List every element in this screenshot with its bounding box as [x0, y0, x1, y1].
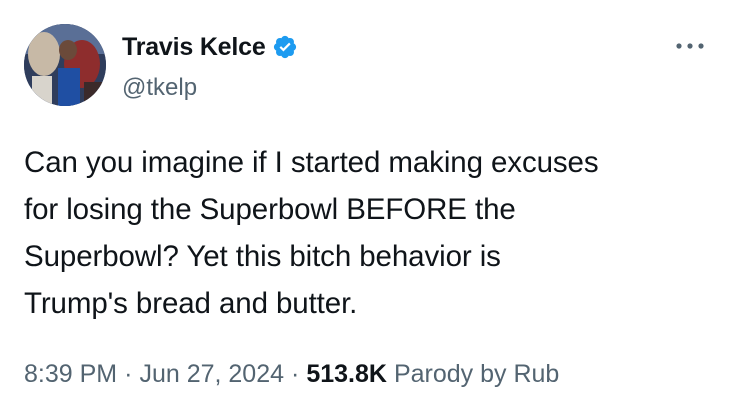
tweet-card: Travis Kelce @tkelp Can you imagine if I… [0, 0, 738, 413]
views-count: 513.8K [306, 360, 387, 388]
avatar[interactable] [24, 24, 106, 106]
author-name-row: Travis Kelce [122, 30, 298, 64]
author-handle[interactable]: @tkelp [122, 74, 197, 102]
meta-separator: · [291, 360, 300, 388]
tweet-time[interactable]: 8:39 PM [24, 360, 117, 389]
more-options-button[interactable] [668, 34, 712, 58]
verified-badge-icon [272, 34, 298, 60]
avatar-image [24, 24, 106, 106]
meta-separator: · [124, 360, 133, 388]
tweet-text: Can you imagine if I started making excu… [24, 146, 599, 320]
tweet-meta: 8:39 PM · Jun 27, 2024 · 513.8K Parody b… [24, 360, 559, 389]
tweet-date[interactable]: Jun 27, 2024 [139, 360, 284, 389]
source-label[interactable]: Parody by Rub [394, 360, 559, 389]
more-horizontal-icon [676, 43, 704, 49]
author-name[interactable]: Travis Kelce [122, 33, 266, 62]
